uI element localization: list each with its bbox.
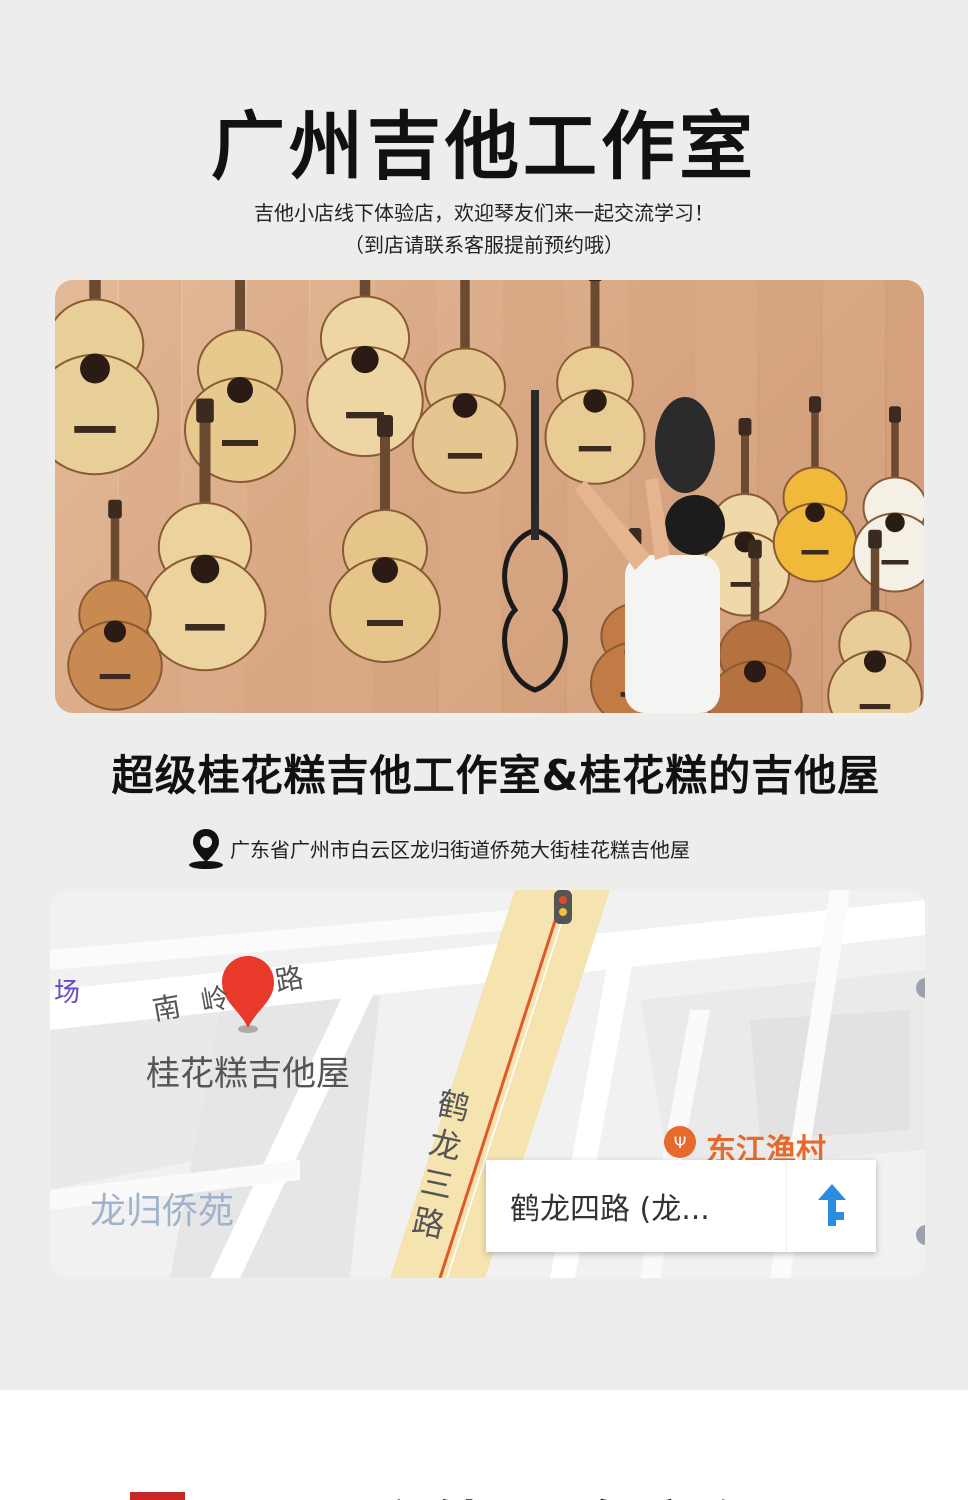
navigation-card[interactable]: 鹤龙四路 (龙... [486,1160,876,1252]
intro-text: 吉他小店线下体验店，欢迎琴友们来一起交流学习！ [254,201,714,225]
navigation-arrow-icon [817,1184,846,1226]
studio-name: 超级桂花糕吉他工作室&桂花糕的吉他屋 [111,751,881,800]
navigation-button[interactable] [786,1160,876,1252]
next-section-heading: 弦外颈临窗佩 [360,1482,780,1500]
section-accent-bar [130,1492,185,1500]
map-marker-label: 桂花糕吉他屋 [146,1054,350,1094]
page-title: 广州吉他工作室 [211,104,757,190]
appointment-note: （到店请联系客服提前预约哦） [344,233,624,257]
nav-card-road: 鹤龙四路 (龙... [510,1192,710,1227]
district-label: 龙归侨苑 [90,1191,235,1232]
address-row: 广东省广州市白云区龙归街道侨苑大街桂花糕吉他屋 [186,826,690,870]
guitar-wall-photo [55,280,924,713]
location-pin-icon [189,829,223,869]
location-map[interactable]: Ψ 场 南 岭 路 桂花糕吉他屋 龙归侨苑 鹤龙三路 东江渔村 鹤龙四路 (龙.… [50,890,925,1278]
address-text: 广东省广州市白云区龙归街道侨苑大街桂花糕吉他屋 [230,837,690,862]
map-edge-label: 场 [54,978,81,1008]
svg-text:Ψ: Ψ [674,1133,687,1152]
